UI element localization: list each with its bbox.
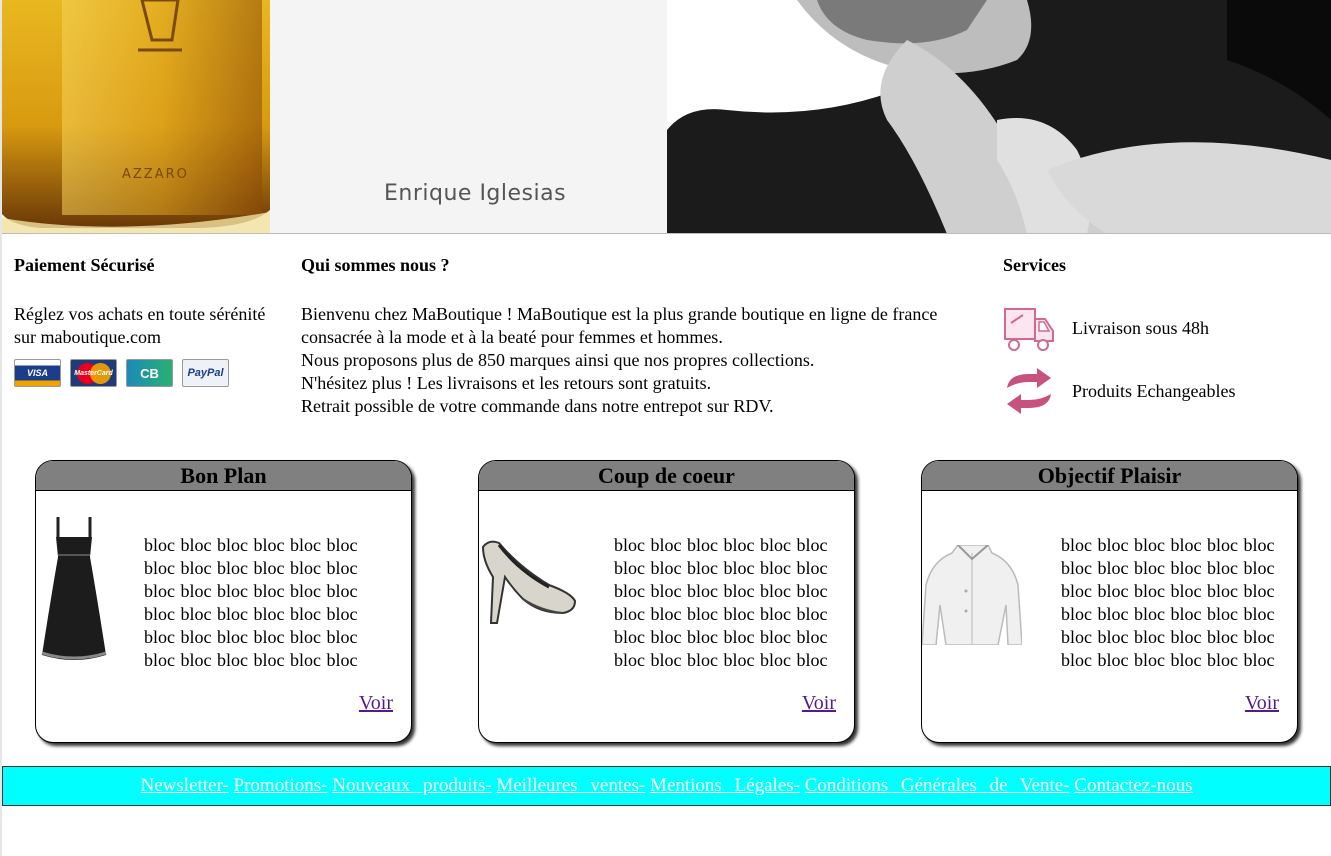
footer-link-mentions-legales[interactable]: Mentions Légales- bbox=[650, 775, 800, 796]
footer-nav: Newsletter- Promotions- Nouveaux produit… bbox=[2, 766, 1331, 806]
footer-link-newsletter[interactable]: Newsletter- bbox=[141, 775, 229, 796]
box-bon-plan: Bon Plan bloc bloc bloc bloc bloc bloc b… bbox=[35, 460, 412, 743]
services-title: Services bbox=[1003, 255, 1066, 275]
box-text: bloc bloc bloc bloc bloc bloc bloc bloc … bbox=[614, 535, 828, 670]
about-line: N'hésitez plus ! Les livraisons et les r… bbox=[301, 373, 712, 393]
about-line: consacrée à la mode et à la beaté pour f… bbox=[301, 327, 723, 347]
svg-text:AZZARO: AZZARO bbox=[122, 167, 189, 182]
service-label: Produits Echangeables bbox=[1072, 380, 1236, 401]
service-item-exchange: Produits Echangeables bbox=[1003, 366, 1323, 416]
box-voir-link[interactable]: Voir bbox=[359, 692, 393, 715]
visa-card-icon: VISA bbox=[14, 359, 61, 387]
banner-caption: Enrique Iglesias bbox=[384, 181, 567, 206]
services-section: Services Livraison sous 48h Produits Ech… bbox=[1003, 254, 1323, 429]
box-coup-de-coeur: Coup de coeur bloc bloc bloc bloc bloc b… bbox=[478, 460, 855, 743]
couple-photo bbox=[667, 0, 1331, 233]
service-item-delivery: Livraison sous 48h bbox=[1003, 303, 1323, 353]
perfume-bottle-image: AZZARO bbox=[2, 0, 274, 233]
about-title: Qui sommes nous ? bbox=[301, 255, 450, 275]
payment-title: Paiement Sécurisé bbox=[14, 255, 155, 275]
footer-link-meilleures-ventes[interactable]: Meilleures ventes- bbox=[496, 775, 645, 796]
footer-link-contact[interactable]: Contactez-nous bbox=[1074, 775, 1192, 796]
box-text: bloc bloc bloc bloc bloc bloc bloc bloc … bbox=[144, 535, 358, 670]
high-heel-shoe-image bbox=[481, 540, 577, 624]
box-voir-link[interactable]: Voir bbox=[1245, 692, 1279, 715]
black-dress-image bbox=[41, 517, 107, 660]
mastercard-icon: MasterCard bbox=[70, 359, 117, 387]
box-voir-link[interactable]: Voir bbox=[802, 692, 836, 715]
about-line: Retrait possible de votre commande dans … bbox=[301, 396, 774, 416]
service-label: Livraison sous 48h bbox=[1072, 317, 1209, 338]
about-line: Nous proposons plus de 850 marques ainsi… bbox=[301, 350, 815, 370]
footer-link-promotions[interactable]: Promotions- bbox=[234, 775, 328, 796]
exchange-arrows-icon bbox=[1007, 368, 1051, 414]
paypal-icon: PayPal bbox=[182, 359, 229, 387]
banner-left-panel: AZZARO Enrique Iglesias bbox=[2, 0, 667, 233]
box-title: Bon Plan bbox=[36, 461, 411, 491]
hero-banner: AZZARO Enrique Iglesias bbox=[2, 0, 1331, 234]
payment-cards: VISA MasterCard CB PayPal bbox=[14, 359, 274, 387]
box-text: bloc bloc bloc bloc bloc bloc bloc bloc … bbox=[1061, 535, 1275, 670]
footer-link-nouveaux-produits[interactable]: Nouveaux produits- bbox=[332, 775, 491, 796]
cb-card-icon: CB bbox=[126, 359, 173, 387]
banner-photo bbox=[667, 0, 1331, 233]
about-line: Bienvenu chez MaBoutique ! MaBoutique es… bbox=[301, 304, 938, 324]
footer-link-cgv[interactable]: Conditions Générales de Vente- bbox=[805, 775, 1070, 796]
box-title: Coup de coeur bbox=[479, 461, 854, 491]
box-objectif-plaisir: Objectif Plaisir bloc bloc bloc bloc blo… bbox=[921, 460, 1298, 743]
white-shirt-image bbox=[922, 545, 1022, 645]
about-section: Qui sommes nous ? Bienvenu chez MaBoutiq… bbox=[301, 254, 971, 418]
delivery-truck-icon bbox=[1004, 308, 1054, 351]
box-title: Objectif Plaisir bbox=[922, 461, 1297, 491]
payment-text: Réglez vos achats en toute sérénité sur … bbox=[14, 304, 266, 347]
payment-section: Paiement Sécurisé Réglez vos achats en t… bbox=[14, 254, 274, 387]
